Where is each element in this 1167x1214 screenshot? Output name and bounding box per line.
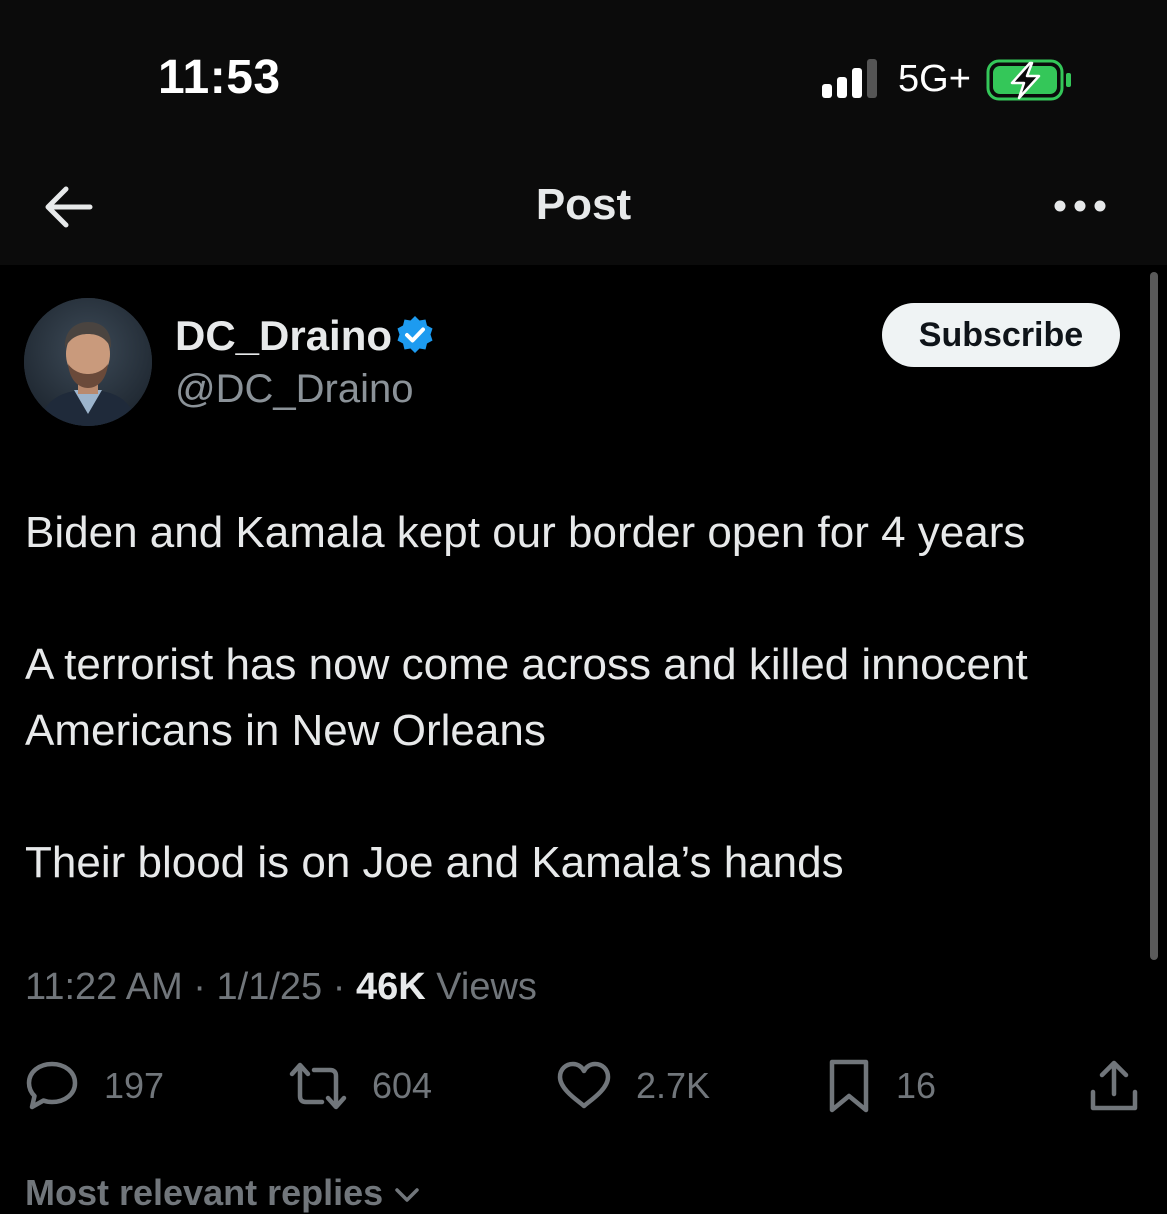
- avatar[interactable]: [24, 298, 152, 426]
- post-time[interactable]: 11:22 AM: [25, 966, 183, 1008]
- post-paragraph: A terrorist has now come across and kill…: [25, 640, 1028, 755]
- reply-count: 197: [104, 1065, 165, 1106]
- meta-separator: ·: [332, 966, 346, 1008]
- share-button[interactable]: [1088, 1058, 1140, 1114]
- repost-button[interactable]: 604: [288, 1058, 432, 1114]
- post-date[interactable]: 1/1/25: [217, 966, 323, 1008]
- post-meta: 11:22 AM · 1/1/25 · 46K Views: [25, 966, 537, 1009]
- cellular-signal-icon: [822, 59, 877, 98]
- share-icon: [1090, 1060, 1138, 1111]
- battery-charging-icon: [986, 59, 1071, 101]
- views-label[interactable]: Views: [436, 966, 537, 1008]
- status-time: 11:53: [158, 51, 281, 104]
- chevron-down-icon: [395, 1188, 419, 1203]
- reply-icon: [26, 1061, 78, 1110]
- replies-sort-dropdown[interactable]: Most relevant replies: [25, 1172, 421, 1214]
- action-bar: 197 604 2.7K 16: [0, 1050, 1167, 1120]
- replies-sort-label: Most relevant replies: [25, 1172, 384, 1213]
- status-bar: 11:53 5G+: [0, 0, 1167, 160]
- post-paragraph: Biden and Kamala kept our border open fo…: [25, 508, 1026, 557]
- scrollbar[interactable]: [1150, 272, 1158, 960]
- avatar-portrait: [24, 298, 152, 426]
- bookmark-icon: [829, 1059, 869, 1113]
- post-paragraph: Their blood is on Joe and Kamala’s hands: [25, 838, 844, 887]
- more-options-icon[interactable]: [1048, 184, 1112, 228]
- heart-icon: [557, 1061, 611, 1109]
- display-name[interactable]: DC_Draino: [175, 312, 392, 360]
- navigation-bar: Post: [0, 160, 1167, 265]
- repost-count: 604: [372, 1065, 433, 1106]
- post-text: Biden and Kamala kept our border open fo…: [25, 500, 1145, 896]
- verified-badge-icon: [397, 316, 433, 353]
- like-count: 2.7K: [636, 1065, 711, 1106]
- bookmark-button[interactable]: 16: [826, 1058, 936, 1114]
- user-handle[interactable]: @DC_Draino: [175, 367, 413, 412]
- meta-separator: ·: [193, 966, 206, 1008]
- bookmark-count: 16: [896, 1065, 937, 1106]
- repost-icon: [289, 1062, 347, 1110]
- subscribe-button[interactable]: Subscribe: [882, 303, 1120, 367]
- reply-button[interactable]: 197: [24, 1058, 164, 1114]
- like-button[interactable]: 2.7K: [556, 1058, 710, 1114]
- page-title: Post: [535, 180, 632, 229]
- network-type: 5G+: [898, 58, 971, 100]
- views-count[interactable]: 46K: [356, 966, 426, 1008]
